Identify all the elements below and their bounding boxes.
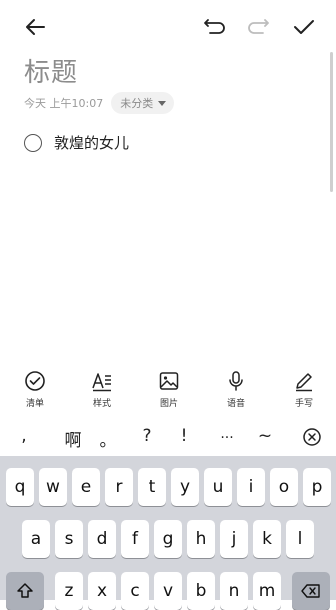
note-meta: 今天 上午10:07 未分类 bbox=[24, 92, 175, 114]
tool-handwrite-label: 手写 bbox=[294, 399, 313, 409]
key-g[interactable]: g bbox=[154, 520, 182, 558]
key-z[interactable]: z bbox=[55, 572, 83, 610]
key-p[interactable]: p bbox=[303, 468, 331, 506]
backspace-key[interactable] bbox=[292, 572, 330, 610]
undo-icon bbox=[204, 19, 225, 34]
symbol-comma[interactable]: , bbox=[10, 426, 38, 446]
close-circle-icon bbox=[303, 428, 321, 446]
undo-button[interactable] bbox=[200, 13, 228, 41]
key-y[interactable]: y bbox=[171, 468, 199, 506]
symbol-candidate-bar: , 啊 。 ? ! ... ~ bbox=[0, 418, 336, 456]
category-label: 未分类 bbox=[120, 97, 154, 110]
key-c[interactable]: c bbox=[121, 572, 149, 610]
tool-style-label: 样式 bbox=[92, 399, 111, 409]
checkmark-icon bbox=[294, 20, 314, 34]
symbol-ellipsis[interactable]: ... bbox=[213, 426, 241, 442]
key-v[interactable]: v bbox=[154, 572, 182, 610]
edit-toolbar: 清单 样式 图片 语音 手写 bbox=[0, 364, 336, 416]
tool-image[interactable]: 图片 bbox=[145, 370, 193, 409]
tool-checklist[interactable]: 清单 bbox=[11, 370, 59, 409]
tool-handwrite[interactable]: 手写 bbox=[280, 370, 328, 409]
done-button[interactable] bbox=[290, 13, 318, 41]
key-t[interactable]: t bbox=[138, 468, 166, 506]
shift-key[interactable] bbox=[6, 572, 44, 610]
back-button[interactable] bbox=[21, 13, 49, 41]
category-dropdown[interactable]: 未分类 bbox=[111, 92, 175, 114]
pen-icon bbox=[296, 373, 312, 392]
key-h[interactable]: h bbox=[187, 520, 215, 558]
checklist-item-text[interactable]: 敦煌的女儿 bbox=[54, 132, 129, 153]
key-b[interactable]: b bbox=[187, 572, 215, 610]
key-a[interactable]: a bbox=[22, 520, 50, 558]
microphone-icon bbox=[229, 371, 243, 391]
tool-checklist-label: 清单 bbox=[25, 399, 44, 409]
scrollbar[interactable] bbox=[330, 52, 333, 192]
key-u[interactable]: u bbox=[204, 468, 232, 506]
symbol-exclaim[interactable]: ! bbox=[170, 426, 198, 446]
backspace-icon bbox=[301, 584, 320, 598]
key-f[interactable]: f bbox=[121, 520, 149, 558]
symbol-a[interactable]: 啊 bbox=[59, 426, 87, 451]
close-symbols-button[interactable] bbox=[302, 427, 322, 451]
key-w[interactable]: w bbox=[39, 468, 67, 506]
note-title-field[interactable]: 标题 bbox=[24, 52, 78, 89]
key-d[interactable]: d bbox=[88, 520, 116, 558]
key-r[interactable]: r bbox=[105, 468, 133, 506]
dropdown-arrow-icon bbox=[158, 100, 167, 106]
note-date: 今天 上午10:07 bbox=[24, 97, 104, 110]
tool-image-label: 图片 bbox=[159, 399, 178, 409]
key-e[interactable]: e bbox=[72, 468, 100, 506]
key-o[interactable]: o bbox=[270, 468, 298, 506]
key-q[interactable]: q bbox=[6, 468, 34, 506]
text-style-icon bbox=[92, 373, 111, 392]
key-j[interactable]: j bbox=[220, 520, 248, 558]
keyboard: q w e r t y u i o p a s d f g h j k l z … bbox=[0, 456, 336, 610]
key-m[interactable]: m bbox=[253, 572, 281, 610]
symbol-period[interactable]: 。 bbox=[94, 426, 122, 451]
key-x[interactable]: x bbox=[88, 572, 116, 610]
symbol-tilde[interactable]: ~ bbox=[251, 426, 279, 446]
key-s[interactable]: s bbox=[55, 520, 83, 558]
tool-voice-label: 语音 bbox=[226, 399, 245, 409]
tool-voice[interactable]: 语音 bbox=[212, 370, 260, 409]
symbol-question[interactable]: ? bbox=[133, 426, 161, 446]
arrow-left-icon bbox=[26, 19, 45, 35]
redo-button[interactable] bbox=[245, 13, 273, 41]
checkbox-circle-icon[interactable] bbox=[24, 133, 42, 152]
key-l[interactable]: l bbox=[286, 520, 314, 558]
checklist-item: 敦煌的女儿 bbox=[24, 132, 129, 153]
key-n[interactable]: n bbox=[220, 572, 248, 610]
shift-icon bbox=[17, 583, 33, 598]
top-bar bbox=[0, 0, 336, 56]
checklist-icon bbox=[25, 371, 45, 391]
redo-icon bbox=[248, 19, 269, 34]
key-k[interactable]: k bbox=[253, 520, 281, 558]
image-icon bbox=[159, 372, 179, 390]
tool-style[interactable]: 样式 bbox=[78, 370, 126, 409]
key-i[interactable]: i bbox=[237, 468, 265, 506]
